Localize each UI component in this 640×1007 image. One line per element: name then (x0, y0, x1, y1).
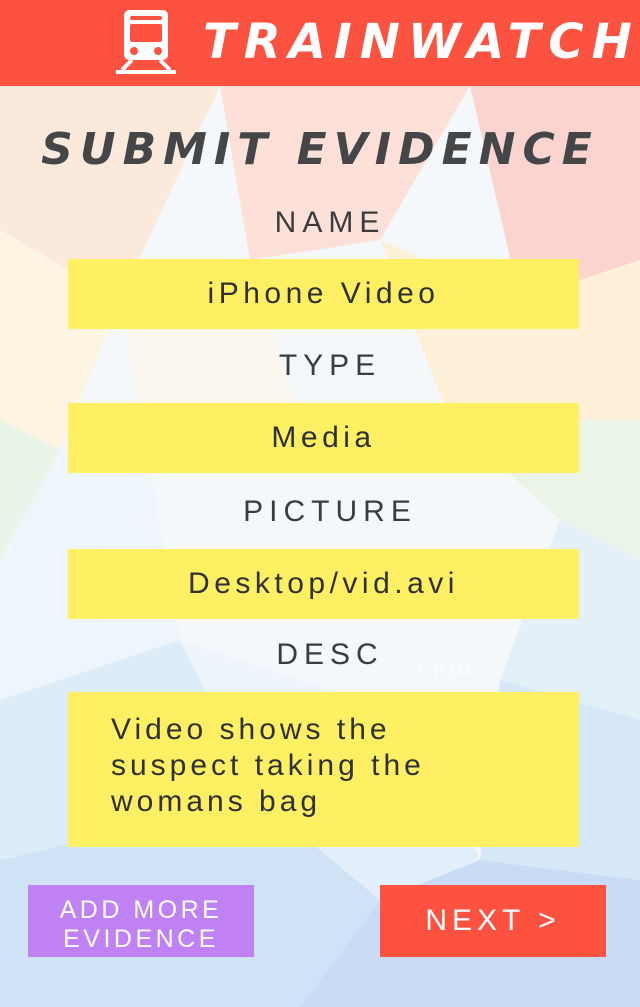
app-header: TRAINWATCH! (0, 0, 640, 86)
desc-label: DESC (276, 638, 384, 671)
add-more-label-line-1: ADD MORE (59, 895, 223, 924)
type-field[interactable]: Media (68, 403, 579, 473)
picture-field[interactable]: Desktop/vid.avi (68, 549, 579, 619)
next-button[interactable]: NEXT > (380, 885, 606, 957)
name-field[interactable]: iPhone Video (68, 259, 579, 329)
page-title: SUBMIT EVIDENCE (41, 124, 599, 175)
type-value: Media (271, 421, 376, 454)
desc-line: Video shows the (111, 713, 391, 746)
desc-line: womans bag (111, 785, 322, 818)
type-label: TYPE (278, 349, 382, 382)
name-value: iPhone Video (207, 277, 440, 310)
desc-field[interactable]: Video shows the suspect taking the woman… (68, 692, 579, 847)
app-title: TRAINWATCH! (203, 14, 640, 70)
desc-line: suspect taking the (111, 749, 425, 782)
add-more-evidence-button[interactable]: ADD MORE EVIDENCE (28, 885, 254, 957)
picture-label: PICTURE (243, 495, 417, 528)
name-label: NAME (274, 206, 386, 239)
add-more-label-line-2: EVIDENCE (63, 924, 219, 953)
train-icon (116, 10, 176, 74)
picture-value: Desktop/vid.avi (188, 567, 459, 600)
